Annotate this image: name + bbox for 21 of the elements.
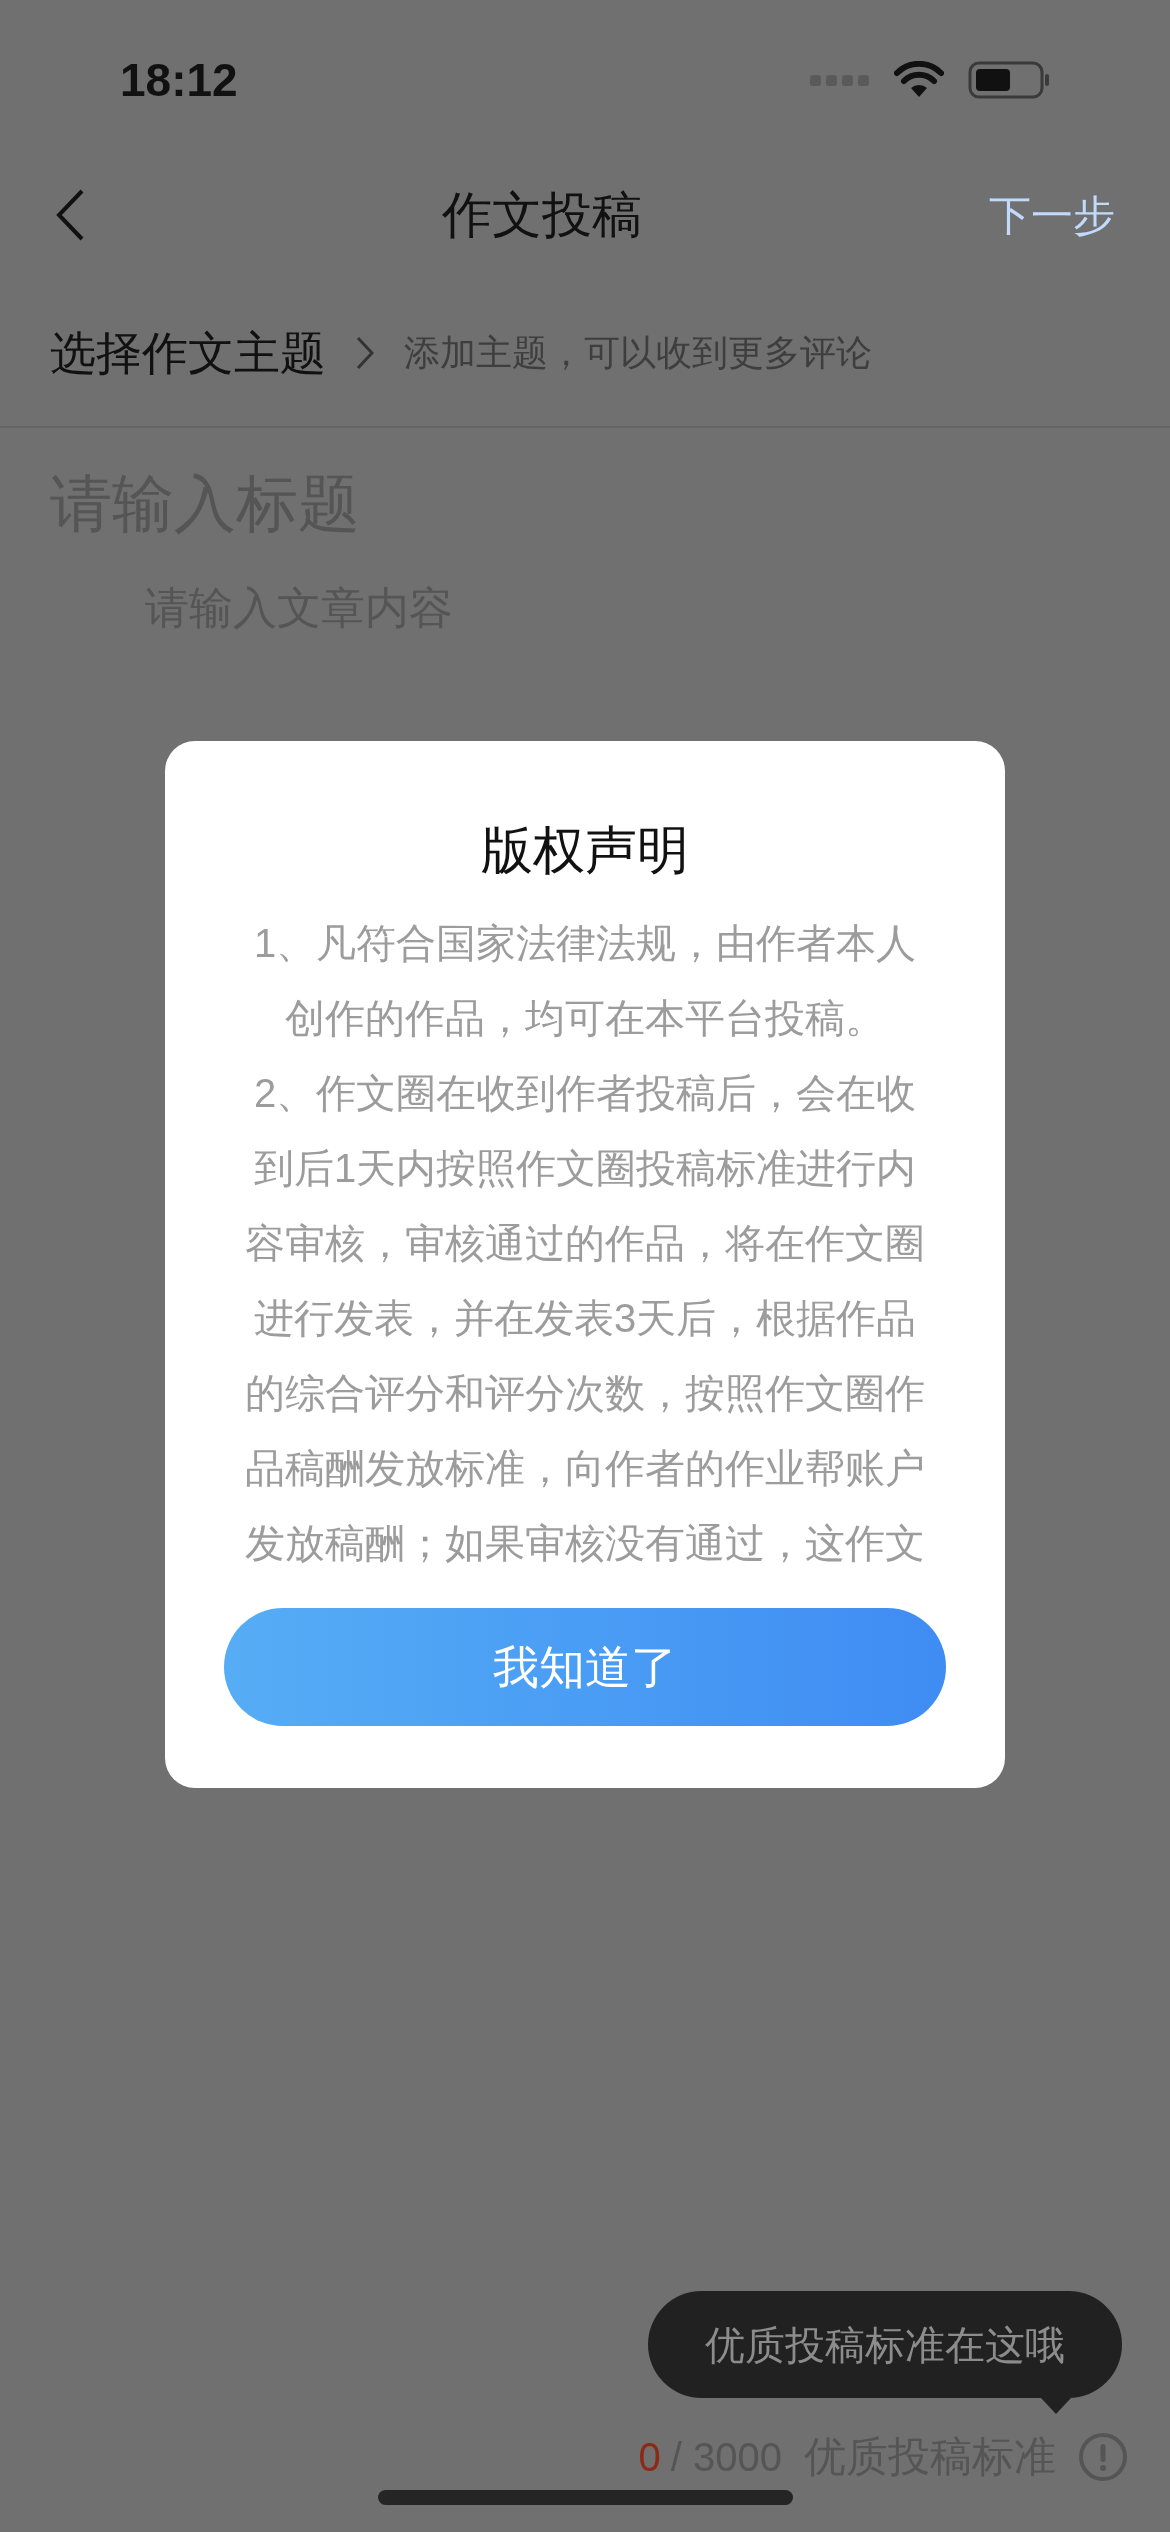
status-time: 18:12 (120, 52, 238, 108)
next-step-button[interactable]: 下一步 (989, 183, 1115, 247)
dialog-text-line: 1、凡符合国家法律法规，由作者本人 (253, 920, 917, 967)
dialog-text-line: 发放稿酬；如果审核没有通过，这作文 (245, 1520, 925, 1567)
acknowledge-button[interactable]: 我知道了 (224, 1608, 946, 1726)
chevron-right-icon (356, 336, 374, 370)
dialog-text-line: 容审核，审核通过的作品，将在作文圈 (245, 1220, 925, 1267)
char-count: 0 (638, 2433, 661, 2481)
dialog-text-line: 创作的作品，均可在本平台投稿。 (285, 995, 885, 1042)
dialog-text-line: 进行发表，并在发表3天后，根据作品 (253, 1295, 917, 1342)
dialog-text-line: 到后1天内按照作文圈投稿标准进行内 (253, 1145, 917, 1192)
battery-icon (968, 61, 1050, 99)
page-title: 作文投稿 (442, 185, 642, 245)
dialog-text-line: 品稿酬发放标准，向作者的作业帮账户 (245, 1445, 925, 1492)
wifi-icon (894, 61, 944, 99)
topic-selector[interactable]: 选择作文主题 (50, 318, 326, 388)
dialog-text-line: 的综合评分和评分次数，按照作文圈作 (245, 1370, 925, 1417)
back-icon (55, 188, 85, 242)
dialog-title: 版权声明 (481, 820, 689, 881)
dialog-text-line: 2、作文圈在收到作者投稿后，会在收 (253, 1070, 917, 1117)
tooltip-text: 优质投稿标准在这哦 (705, 2321, 1065, 2369)
